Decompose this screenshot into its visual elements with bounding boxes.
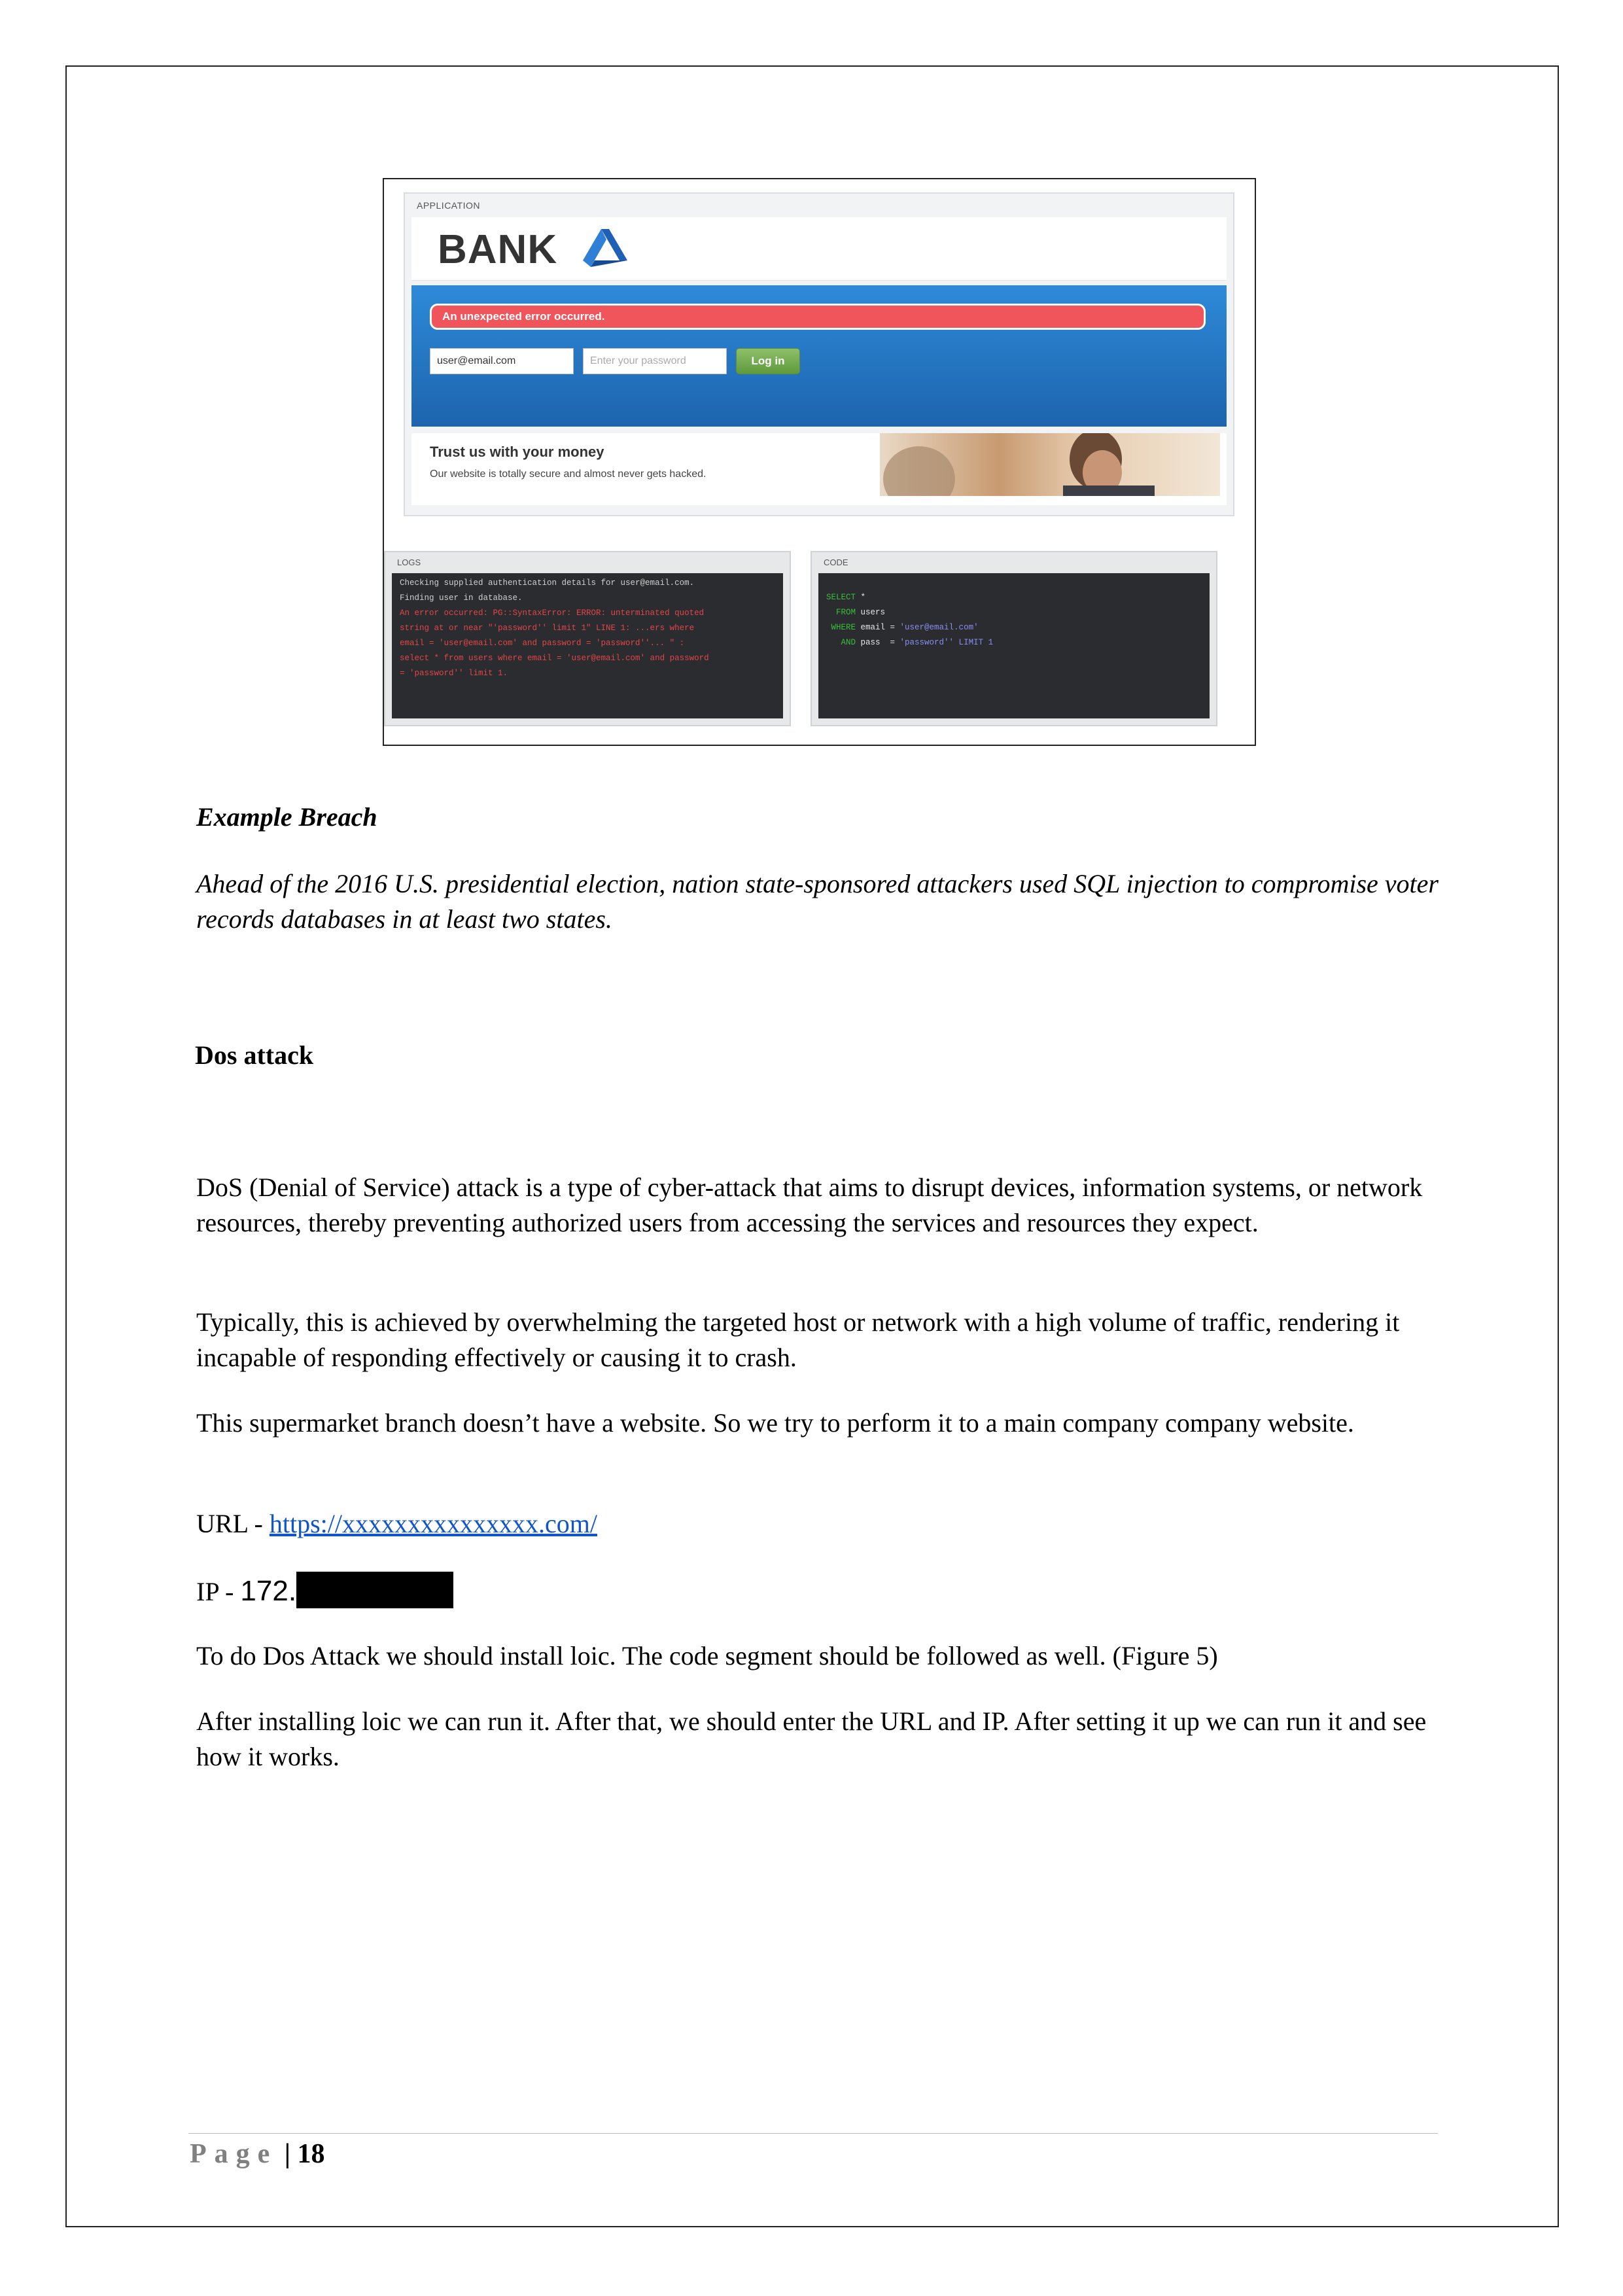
- log-line: Checking supplied authentication details…: [400, 578, 695, 588]
- paragraph-install-loic: To do Dos Attack we should install loic.…: [196, 1641, 1218, 1670]
- paragraph-dos-definition: DoS (Denial of Service) attack is a type…: [196, 1173, 1423, 1237]
- example-heading: Example Breach: [196, 802, 377, 832]
- sql-string: 'password'' LIMIT 1: [899, 638, 994, 647]
- code-output: SELECT * FROM users WHERE email = 'user@…: [818, 573, 1210, 718]
- footer-page-label: Page: [190, 2139, 278, 2169]
- error-message: An unexpected error occurred.: [430, 304, 1206, 330]
- code-line: WHERE email = 'user@email.com': [826, 620, 993, 635]
- url-link[interactable]: https://xxxxxxxxxxxxxxx.com/: [270, 1509, 597, 1538]
- page-footer: Page | 18: [190, 2134, 325, 2174]
- page-number: 18: [297, 2139, 325, 2169]
- code-panel: CODE SELECT * FROM users WHERE email = '…: [811, 551, 1217, 726]
- ip-line: IP - 172.: [196, 1572, 1439, 1610]
- footer-separator: |: [277, 2139, 298, 2169]
- promo-subtitle: Our website is totally secure and almost…: [430, 468, 707, 480]
- log-line: = 'password'' limit 1.: [400, 669, 508, 678]
- sql-text: email =: [856, 623, 900, 632]
- redaction-block: [296, 1572, 454, 1608]
- code-label: CODE: [824, 557, 848, 567]
- email-input[interactable]: [430, 348, 574, 374]
- logs-output: Checking supplied authentication details…: [392, 573, 783, 718]
- password-input[interactable]: [583, 348, 727, 374]
- log-line: email = 'user@email.com' and password = …: [400, 639, 685, 648]
- log-line: string at or near "'password'' limit 1" …: [400, 624, 695, 633]
- url-line: URL - https://xxxxxxxxxxxxxxx.com/: [196, 1506, 1439, 1542]
- log-line: select * from users where email = 'user@…: [400, 654, 709, 663]
- application-card: APPLICATION BANK An unexpected error occ…: [404, 192, 1234, 516]
- example-text: Ahead of the 2016 U.S. presidential elec…: [196, 869, 1439, 934]
- people-photo-icon: [883, 433, 1155, 496]
- paragraph-dos-method: Typically, this is achieved by overwhelm…: [196, 1307, 1400, 1372]
- promo-photo: [880, 433, 1220, 496]
- sql-text: *: [856, 593, 866, 602]
- paragraph-supermarket: This supermarket branch doesn’t have a w…: [196, 1408, 1354, 1438]
- brand-name: BANK: [438, 227, 558, 272]
- sql-text: pass =: [856, 638, 900, 647]
- logs-panel: LOGS Checking supplied authentication de…: [384, 551, 791, 726]
- ip-label: IP -: [196, 1577, 241, 1606]
- log-line: An error occurred: PG::SyntaxError: ERRO…: [400, 609, 705, 618]
- figure-screenshot: APPLICATION BANK An unexpected error occ…: [383, 178, 1256, 746]
- url-label: URL -: [196, 1509, 270, 1538]
- brand-header: BANK: [411, 217, 1227, 281]
- sql-string: 'user@email.com': [899, 623, 979, 632]
- login-panel: An unexpected error occurred. Log in: [411, 285, 1227, 427]
- code-line: AND pass = 'password'' LIMIT 1: [826, 635, 994, 650]
- sql-keyword: SELECT: [826, 593, 856, 602]
- paragraph-run-loic: After installing loic we can run it. Aft…: [196, 1706, 1427, 1771]
- bank-app-screenshot: APPLICATION BANK An unexpected error occ…: [384, 192, 1234, 729]
- sql-keyword: WHERE: [831, 623, 856, 632]
- code-line: SELECT *: [826, 590, 993, 605]
- application-label: APPLICATION: [417, 200, 481, 211]
- sql-keyword: AND: [841, 638, 856, 647]
- promo-section: Trust us with your money Our website is …: [411, 433, 1227, 505]
- login-button[interactable]: Log in: [736, 348, 800, 374]
- code-line: FROM users: [826, 605, 993, 620]
- promo-title: Trust us with your money: [430, 444, 604, 460]
- log-line: Finding user in database.: [400, 593, 523, 603]
- dos-heading: Dos attack: [195, 1040, 314, 1070]
- sql-keyword: FROM: [836, 608, 856, 617]
- bank-logo-icon: [583, 229, 627, 267]
- footer-divider: [188, 2133, 1438, 2134]
- sql-text: users: [856, 608, 886, 617]
- ip-prefix: 172.: [240, 1575, 297, 1607]
- logs-label: LOGS: [397, 557, 421, 567]
